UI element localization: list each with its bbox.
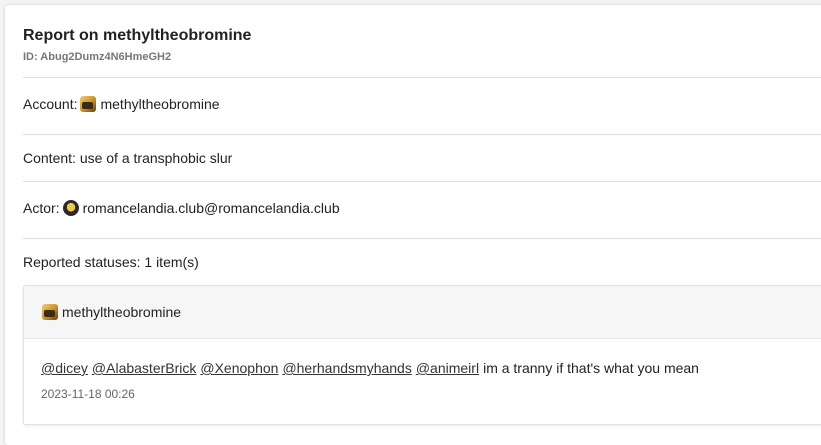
- mention-link[interactable]: @animeirl: [416, 360, 479, 376]
- account-row: Account: methyltheobromine: [23, 96, 220, 112]
- status-header: methyltheobromine: [24, 286, 821, 339]
- reported-statuses-label: Reported statuses: 1 item(s): [23, 254, 199, 270]
- status-author-avatar[interactable]: [42, 304, 58, 320]
- account-label: Account:: [23, 96, 78, 112]
- mention-link[interactable]: @dicey: [41, 360, 88, 376]
- account-name[interactable]: methyltheobromine: [100, 96, 219, 112]
- reported-statuses-row: Reported statuses: 1 item(s): [23, 254, 199, 270]
- account-avatar[interactable]: [80, 96, 97, 112]
- reported-status-card: methyltheobromine @dicey @AlabasterBrick @…: [23, 285, 821, 425]
- report-card: Report on methyltheobromine ID: Abug2Dum…: [5, 5, 821, 445]
- divider: [23, 134, 821, 135]
- divider: [23, 181, 821, 182]
- status-timestamp: 2023-11-18 00:26: [41, 387, 135, 401]
- divider: [23, 77, 821, 78]
- mention-link[interactable]: @Xenophon: [200, 360, 278, 376]
- status-content: @dicey @AlabasterBrick @Xenophon @herhandsm…: [41, 360, 818, 376]
- actor-name[interactable]: romancelandia.club@romancelandia.club: [83, 200, 340, 216]
- report-title: Report on methyltheobromine: [23, 27, 252, 44]
- content-text: Content: use of a transphobic slur: [23, 150, 233, 166]
- status-author-name[interactable]: methyltheobromine: [62, 304, 181, 320]
- content-row: Content: use of a transphobic slur: [23, 150, 232, 166]
- status-text: im a tranny if that's what you mean: [483, 360, 699, 376]
- actor-row: Actor: romancelandia.club@romancelandia.…: [23, 200, 340, 216]
- divider: [23, 238, 821, 239]
- mention-link[interactable]: @AlabasterBrick: [92, 360, 196, 376]
- actor-avatar[interactable]: [62, 200, 79, 216]
- actor-label: Actor:: [23, 200, 60, 216]
- report-id: ID: Abug2Dumz4N6HmeGH2: [23, 51, 172, 63]
- report-header: Report on methyltheobromine ID: Abug2Dum…: [23, 27, 251, 63]
- mention-link[interactable]: @herhandsmyhands: [282, 360, 411, 376]
- status-body: @dicey @AlabasterBrick @Xenophon @herhandsm…: [24, 339, 821, 401]
